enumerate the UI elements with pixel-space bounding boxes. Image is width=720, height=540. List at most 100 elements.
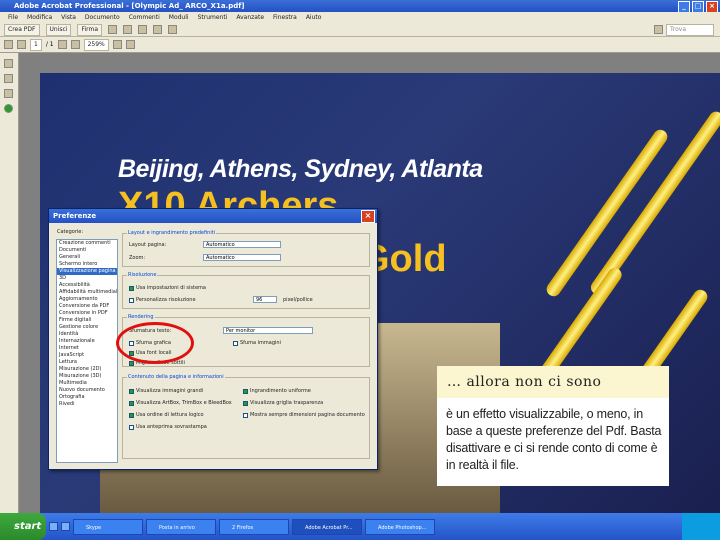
menu-window[interactable]: Finestra [273,12,297,23]
category-item[interactable]: JavaScript [57,352,117,359]
category-item[interactable]: Multimedia [57,380,117,387]
large-images-checkbox[interactable]: Visualizza immagini grandi [129,388,203,394]
category-item[interactable]: Rivedi [57,401,117,408]
checkbox-icon [129,388,134,394]
prev-page-icon[interactable] [4,40,13,49]
category-item[interactable]: Lettura [57,359,117,366]
print-icon[interactable] [108,25,118,34]
select-icon[interactable] [168,25,178,34]
menu-help[interactable]: Aiuto [306,12,322,23]
menu-comments[interactable]: Commenti [129,12,160,23]
page-size-checkbox[interactable]: Mostra sempre dimensioni pagina document… [243,412,365,418]
task-firefox[interactable]: 2 Firefox [219,518,289,535]
navigation-pane [0,53,19,513]
option-label: Visualizza immagini grandi [136,388,204,394]
menu-advanced[interactable]: Avanzate [236,12,264,23]
menu-tools[interactable]: Strumenti [198,12,228,23]
category-item[interactable]: Accessibilità [57,282,117,289]
create-pdf-button[interactable]: Crea PDF [4,23,40,36]
logical-order-checkbox[interactable]: Usa ordine di lettura logico [129,412,204,418]
email-icon[interactable] [123,25,133,34]
search-icon[interactable] [654,25,663,34]
category-item[interactable]: Documenti [57,247,117,254]
categories-list[interactable]: Creazione commenti Documenti Generali Scher… [56,239,118,463]
resolution-custom-radio[interactable]: Personalizza risoluzione [129,297,196,303]
category-item[interactable]: Identità [57,331,117,338]
category-item[interactable]: Firme digitali [57,317,117,324]
taskbar: start Skype Posta in arrivo 2 Firefox Ad… [0,513,720,540]
group-title: Rendering [127,314,155,320]
preferences-dialog: Preferenze × Categorie: Creazione commen… [48,208,378,470]
page-number-input[interactable]: 1 [30,38,42,51]
start-button[interactable]: start [0,513,46,540]
category-item[interactable]: Schermo intero [57,261,117,268]
category-item[interactable]: Misurazione (2D) [57,366,117,373]
callout-heading: … allora non ci sono [437,366,669,398]
save-icon[interactable] [138,25,148,34]
category-item[interactable]: Conversione in PDF [57,310,117,317]
pages-icon[interactable] [4,59,13,68]
task-acrobat[interactable]: Adobe Acrobat Pr... [292,518,362,535]
checkbox-icon [243,400,248,406]
main-toolbar: Crea PDF Unisci Firma Trova [0,23,720,37]
category-item[interactable]: Visualizzazione pagina [57,268,117,275]
menu-document[interactable]: Documento [85,12,120,23]
category-item[interactable]: Internet [57,345,117,352]
zoom-input[interactable]: 259% [83,38,109,51]
menu-file[interactable]: File [8,12,18,23]
category-item[interactable]: Misurazione (3D) [57,373,117,380]
category-item[interactable]: Affidabilità multimediale [57,289,117,296]
menu-edit[interactable]: Modifica [27,12,52,23]
zoom-out-icon[interactable] [57,40,67,49]
checkbox-icon [129,412,134,418]
task-skype[interactable]: Skype [73,518,143,535]
category-item[interactable]: Gestione colore [57,324,117,331]
help-icon[interactable] [4,104,13,113]
checkbox-icon [129,360,134,366]
layout-group: Layout e ingrandimento predefiniti Layou… [122,230,370,267]
sign-button[interactable]: Firma [77,23,103,36]
smooth-zoom-checkbox[interactable]: Ingrandimento uniforme [243,388,311,394]
layout-select[interactable]: Automatico [203,241,281,248]
text-smoothing-select[interactable]: Per monitor [223,327,313,334]
categories-label: Categorie: [57,229,84,235]
resolution-input[interactable]: 96 [253,296,277,303]
category-item[interactable]: Aggiornamento [57,296,117,303]
menu-view[interactable]: Vista [61,12,76,23]
category-item[interactable]: Ortografia [57,394,117,401]
category-item[interactable]: Generali [57,254,117,261]
combine-button[interactable]: Unisci [45,23,72,36]
category-item[interactable]: Internazionale [57,338,117,345]
radio-icon [129,297,134,303]
menu-forms[interactable]: Moduli [169,12,189,23]
category-item[interactable]: Nuovo documento [57,387,117,394]
window-title: Adobe Acrobat Professional - [Olympic Ad… [14,2,245,10]
fit-page-icon[interactable] [112,40,122,49]
fit-width-icon[interactable] [125,40,135,49]
smooth-images-checkbox[interactable]: Sfuma immagini [233,340,281,346]
overprint-checkbox[interactable]: Usa anteprima sovrastampa [129,424,207,430]
category-item[interactable]: Conversione da PDF [57,303,117,310]
group-title: Layout e ingrandimento predefiniti [127,230,217,236]
category-item[interactable]: 3D [57,275,117,282]
find-input[interactable]: Trova [666,23,714,36]
zoom-in-icon[interactable] [70,40,80,49]
transparency-checkbox[interactable]: Visualizza griglia trasparenza [243,400,323,406]
bookmarks-icon[interactable] [4,74,13,83]
close-icon[interactable]: × [361,210,375,223]
task-photoshop[interactable]: Adobe Photoshop... [365,518,435,535]
task-inbox[interactable]: Posta in arrivo [146,518,216,535]
next-page-icon[interactable] [17,40,26,49]
option-label: Personalizza risoluzione [136,297,196,303]
art-trim-checkbox[interactable]: Visualizza ArtBox, TrimBox e BleedBox [129,400,232,406]
quicklaunch-icon[interactable] [49,522,58,531]
content-group: Contenuto della pagina e informazioni Vi… [122,374,370,459]
quicklaunch-icon[interactable] [61,522,70,531]
signatures-icon[interactable] [4,89,13,98]
category-item[interactable]: Creazione commenti [57,240,117,247]
hand-icon[interactable] [153,25,163,34]
zoom-select[interactable]: Automatico [203,254,281,261]
resolution-system-radio[interactable]: Usa impostazioni di sistema [129,285,206,291]
checkbox-icon [129,424,134,430]
callout-body: è un effetto visualizzabile, o meno, in … [446,407,662,472]
